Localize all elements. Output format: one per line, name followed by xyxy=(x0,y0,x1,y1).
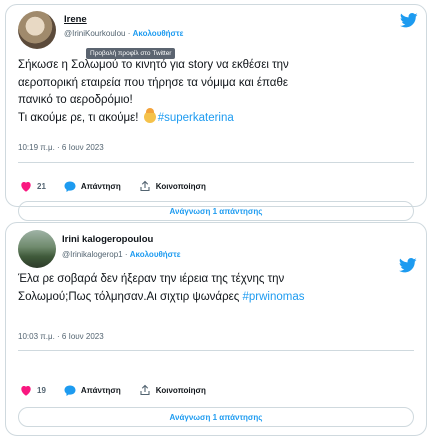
like-button[interactable]: 19 xyxy=(20,385,46,396)
reply-icon xyxy=(64,181,76,192)
share-icon xyxy=(140,384,150,396)
share-label: Κοινοποίηση xyxy=(155,181,206,191)
author-name[interactable]: Irene xyxy=(64,14,87,25)
author-handle-line: @IriniKourkoulou · Ακολουθήστε xyxy=(64,29,183,38)
tweet-text: Έλα ρε σοβαρά δεν ήξεραν την ιέρεια της … xyxy=(18,271,423,306)
timestamp[interactable]: 10:03 π.μ. · 6 Ιουν 2023 xyxy=(18,332,104,341)
hashtag-link[interactable]: #superkaterina xyxy=(158,112,234,124)
tweet-text-line: Έλα ρε σοβαρά δεν ήξεραν την ιέρεια της … xyxy=(18,273,285,285)
reply-icon xyxy=(64,385,76,396)
follow-button[interactable]: Ακολουθήστε xyxy=(133,29,184,38)
author-name[interactable]: Irini kalogeropoulou xyxy=(62,234,153,245)
tweet-card-1[interactable]: Irene @IriniKourkoulou · Ακολουθήστε Σήκ… xyxy=(5,4,427,221)
timestamp[interactable]: 10:19 π.μ. · 6 Ιουν 2023 xyxy=(18,143,104,152)
twitter-bird-icon[interactable] xyxy=(400,13,418,28)
share-label: Κοινοποίηση xyxy=(155,385,206,395)
heart-icon xyxy=(21,385,31,396)
avatar[interactable] xyxy=(18,230,56,268)
like-count: 19 xyxy=(37,385,46,395)
profile-tooltip: Προβολή προφίλ στο Twitter xyxy=(86,48,176,59)
tweet-text-line: αεροπορική εταιρεία που τήρησε τα νόμιμα… xyxy=(18,76,288,89)
tweet-text-line: Σήκωσε η Σολωμού το κινητό για story να … xyxy=(18,59,289,71)
author-handle[interactable]: @IriniKourkoulou xyxy=(64,29,125,38)
reply-label: Απάντηση xyxy=(80,181,121,191)
reply-label: Απάντηση xyxy=(80,385,121,395)
divider xyxy=(18,350,414,351)
action-bar: 19 Απάντηση Κοινοποίηση xyxy=(20,383,224,397)
share-icon xyxy=(140,180,150,192)
avatar[interactable] xyxy=(18,11,56,49)
tweet-card-2[interactable]: Irini kalogeropoulou @Irinikalogerop1 · … xyxy=(5,222,427,436)
tweet-text-span: Τι ακούμε ρε, τι ακούμε! xyxy=(18,111,139,124)
tweet-text: Σήκωσε η Σολωμού το κινητό για story να … xyxy=(18,57,423,127)
divider xyxy=(18,162,414,163)
emoji-icon xyxy=(143,107,156,123)
share-button[interactable]: Κοινοποίηση xyxy=(139,180,206,192)
separator: · xyxy=(125,29,133,38)
read-replies-button[interactable]: Ανάγνωση 1 απάντησης xyxy=(18,407,414,427)
separator: · xyxy=(122,250,130,259)
tweet-text-span: Σολωμού;Πως τόλμησαν.Αι σιχτιρ ψωνάρες xyxy=(18,290,240,303)
author-handle[interactable]: @Irinikalogerop1 xyxy=(62,250,123,259)
action-bar: 21 Απάντηση Κοινοποίηση xyxy=(20,179,224,193)
tweet-text-line: Τι ακούμε ρε, τι ακούμε! #superkaterina xyxy=(18,107,423,128)
follow-button[interactable]: Ακολουθήστε xyxy=(130,250,181,259)
like-count: 21 xyxy=(37,181,46,191)
tweet-text-line: πανικό το αεροδρόμιο! xyxy=(18,94,133,106)
read-replies-button[interactable]: Ανάγνωση 1 απάντησης xyxy=(18,201,414,221)
author-handle-line: @Irinikalogerop1 · Ακολουθήστε xyxy=(62,250,181,259)
like-button[interactable]: 21 xyxy=(20,181,46,192)
reply-button[interactable]: Απάντηση xyxy=(64,181,121,192)
hashtag-link[interactable]: #prwinomas xyxy=(242,291,304,303)
heart-icon xyxy=(21,181,31,192)
reply-button[interactable]: Απάντηση xyxy=(64,385,121,396)
share-button[interactable]: Κοινοποίηση xyxy=(139,384,206,396)
tweet-text-line: Σολωμού;Πως τόλμησαν.Αι σιχτιρ ψωνάρες #… xyxy=(18,289,423,307)
